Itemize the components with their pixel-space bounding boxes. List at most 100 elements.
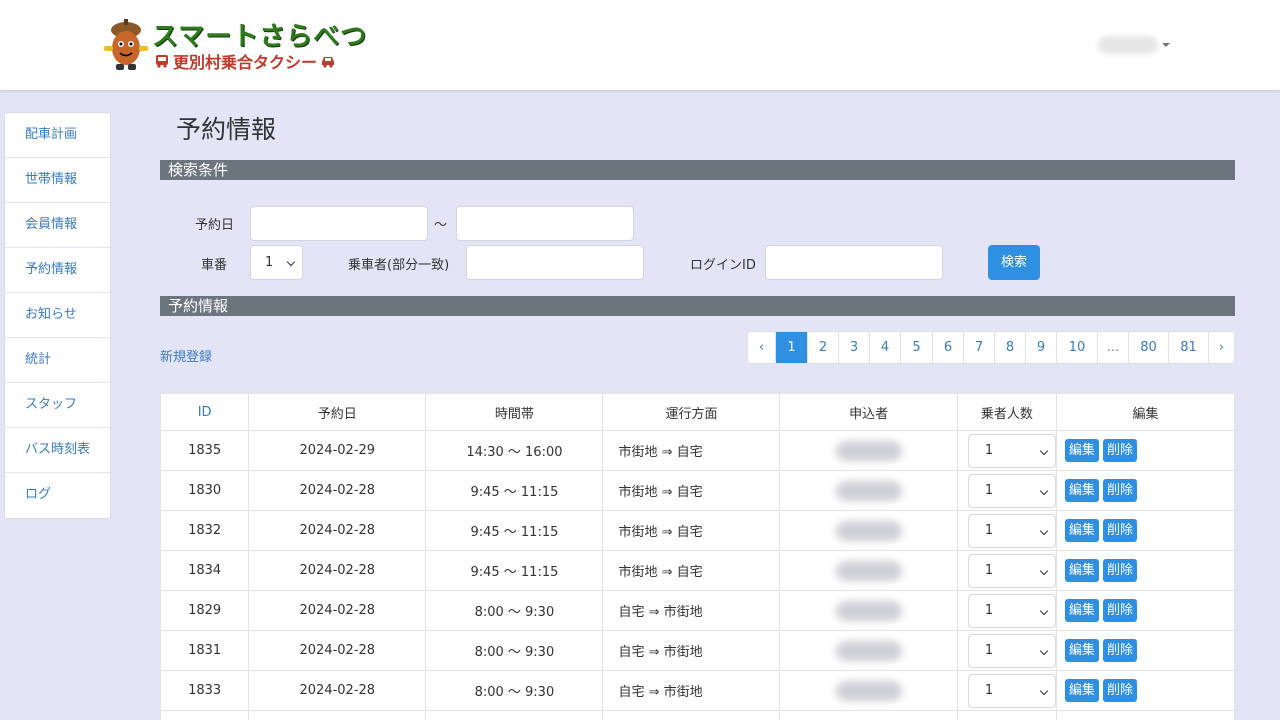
page-item[interactable]: 1 bbox=[775, 332, 807, 363]
page-item[interactable]: 6 bbox=[932, 332, 963, 363]
login-id-input[interactable] bbox=[765, 245, 943, 280]
passenger-input[interactable] bbox=[466, 245, 644, 280]
page-item[interactable]: 9 bbox=[1025, 332, 1056, 363]
page-item[interactable]: 10 bbox=[1056, 332, 1097, 363]
sidebar-item-bus-timetable[interactable]: バス時刻表 bbox=[5, 428, 110, 473]
cell-passengers: 1 bbox=[956, 590, 1057, 631]
page-item[interactable]: 7 bbox=[963, 332, 994, 363]
search-button[interactable]: 検索 bbox=[988, 245, 1040, 280]
cell-date: 2024-02-28 bbox=[248, 550, 427, 591]
sidebar-item-reservations[interactable]: 予約情報 bbox=[5, 248, 110, 293]
sidebar-item-statistics[interactable]: 統計 bbox=[5, 338, 110, 383]
delete-button[interactable]: 削除 bbox=[1102, 679, 1137, 702]
cell-direction: 自宅 ⇒ 市街地 bbox=[602, 670, 781, 711]
passenger-count-value: 1 bbox=[984, 442, 994, 458]
sidebar-item-notices[interactable]: お知らせ bbox=[5, 293, 110, 338]
passenger-count-value: 1 bbox=[984, 642, 994, 658]
logo-subtitle: 更別村乗合タクシー bbox=[173, 53, 318, 72]
cell-date: 2024-02-28 bbox=[248, 590, 427, 631]
car-number-select[interactable]: 1 bbox=[250, 245, 303, 280]
chevron-down-icon bbox=[1039, 646, 1049, 655]
cell-passengers: 1 bbox=[956, 550, 1057, 591]
edit-button[interactable]: 編集 bbox=[1064, 599, 1099, 622]
cell-applicant bbox=[779, 630, 958, 671]
cell-direction: 自宅 ⇒ 市街地 bbox=[602, 590, 781, 631]
cell-applicant bbox=[779, 670, 958, 711]
passenger-count-select[interactable]: 1 bbox=[967, 473, 1056, 508]
new-registration-link[interactable]: 新規登録 bbox=[160, 346, 212, 365]
column-header-direction: 運行方面 bbox=[602, 393, 781, 431]
user-menu-dropdown[interactable] bbox=[1098, 34, 1178, 56]
top-navbar: スマートさらべつ 更別村乗合タクシー bbox=[0, 0, 1280, 90]
date-from-input[interactable] bbox=[250, 206, 428, 241]
cell-passengers: 1 bbox=[956, 630, 1057, 671]
pagination: ‹ 1 2 3 4 5 6 7 8 9 10 ... 80 81 › bbox=[747, 331, 1235, 364]
car-number-value: 1 bbox=[265, 255, 274, 270]
chevron-down-icon bbox=[1039, 446, 1049, 455]
cell-edit: 編集 削除 bbox=[1055, 670, 1236, 711]
date-to-input[interactable] bbox=[456, 206, 634, 241]
page-item[interactable]: 3 bbox=[838, 332, 869, 363]
sidebar-item-members[interactable]: 会員情報 bbox=[5, 203, 110, 248]
delete-button[interactable]: 削除 bbox=[1102, 639, 1137, 662]
chevron-down-icon bbox=[1039, 686, 1049, 695]
cell-passengers: 1 bbox=[956, 430, 1057, 471]
delete-button[interactable]: 削除 bbox=[1102, 519, 1137, 542]
passenger-count-select[interactable]: 1 bbox=[967, 673, 1056, 708]
column-header-date: 予約日 bbox=[248, 393, 427, 431]
passenger-count-value: 1 bbox=[984, 522, 994, 538]
cell-time: 9:45 ～ 11:15 bbox=[425, 470, 604, 511]
cell-time: 14:30 ～ 16:00 bbox=[425, 430, 604, 471]
delete-button[interactable]: 削除 bbox=[1102, 599, 1137, 622]
page-item[interactable]: 81 bbox=[1168, 332, 1208, 363]
passenger-count-select[interactable]: 1 bbox=[967, 433, 1056, 468]
edit-button[interactable]: 編集 bbox=[1064, 479, 1099, 502]
delete-button[interactable]: 削除 bbox=[1102, 439, 1137, 462]
date-range-tilde: ～ bbox=[434, 218, 448, 233]
page-item[interactable]: 2 bbox=[807, 332, 838, 363]
page-item[interactable]: 4 bbox=[869, 332, 900, 363]
logo-title: スマートさらべつ bbox=[152, 22, 368, 52]
page-item[interactable]: 8 bbox=[994, 332, 1025, 363]
cell-id: 1832 bbox=[159, 510, 250, 551]
cell-direction: 市街地 ⇒ 自宅 bbox=[602, 470, 781, 511]
cell-direction: 自宅 ⇒ 市街地 bbox=[602, 630, 781, 671]
edit-button[interactable]: 編集 bbox=[1064, 559, 1099, 582]
passenger-count-select[interactable]: 1 bbox=[967, 593, 1056, 628]
user-name-redacted bbox=[1098, 36, 1158, 54]
cell-time: 8:00 ～ 9:30 bbox=[425, 590, 604, 631]
edit-button[interactable]: 編集 bbox=[1064, 519, 1099, 542]
sidebar-item-dispatch-plan[interactable]: 配車計画 bbox=[5, 113, 110, 158]
edit-button[interactable]: 編集 bbox=[1064, 439, 1099, 462]
cell-edit: 編集 削除 bbox=[1055, 590, 1236, 631]
cell-edit: 編集 削除 bbox=[1055, 510, 1236, 551]
sidebar-item-staff[interactable]: スタッフ bbox=[5, 383, 110, 428]
page-next[interactable]: › bbox=[1208, 332, 1234, 363]
cell-date: 2024-02-29 bbox=[248, 430, 427, 471]
table-row-partial bbox=[159, 710, 1236, 720]
table-header-row: ID 予約日 時間帯 運行方面 申込者 乗者人数 編集 bbox=[159, 393, 1236, 431]
taxi-icon bbox=[322, 57, 335, 68]
app-logo[interactable]: スマートさらべつ 更別村乗合タクシー bbox=[100, 16, 380, 76]
passenger-count-select[interactable]: 1 bbox=[967, 513, 1056, 548]
passenger-count-value: 1 bbox=[984, 482, 994, 498]
sidebar-item-log[interactable]: ログ bbox=[5, 473, 110, 518]
edit-button[interactable]: 編集 bbox=[1064, 679, 1099, 702]
page-item[interactable]: 5 bbox=[900, 332, 932, 363]
page-prev[interactable]: ‹ bbox=[748, 332, 775, 363]
cell-id: 1831 bbox=[159, 630, 250, 671]
cell-id: 1834 bbox=[159, 550, 250, 591]
cell-applicant bbox=[779, 430, 958, 471]
list-section-header: 予約情報 bbox=[160, 296, 1235, 316]
passenger-count-select[interactable]: 1 bbox=[967, 553, 1056, 588]
delete-button[interactable]: 削除 bbox=[1102, 479, 1137, 502]
sidebar-nav: 配車計画 世帯情報 会員情報 予約情報 お知らせ 統計 スタッフ バス時刻表 ロ… bbox=[4, 112, 111, 519]
delete-button[interactable]: 削除 bbox=[1102, 559, 1137, 582]
sidebar-item-household[interactable]: 世帯情報 bbox=[5, 158, 110, 203]
passenger-count-select[interactable]: 1 bbox=[967, 633, 1056, 668]
passenger-label: 乗車者(部分一致) bbox=[348, 258, 450, 273]
edit-button[interactable]: 編集 bbox=[1064, 639, 1099, 662]
column-header-id[interactable]: ID bbox=[159, 393, 250, 431]
page-item[interactable]: 80 bbox=[1128, 332, 1168, 363]
passenger-count-value: 1 bbox=[984, 682, 994, 698]
